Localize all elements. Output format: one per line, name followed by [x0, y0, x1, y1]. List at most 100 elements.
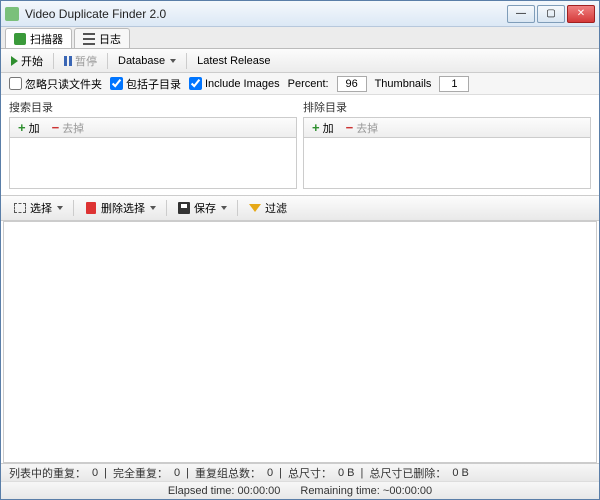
- app-icon: [5, 7, 19, 21]
- chevron-down-icon: [57, 206, 63, 210]
- start-button[interactable]: 开始: [7, 51, 47, 71]
- tab-scanner-label: 扫描器: [30, 31, 63, 47]
- results-toolbar: 选择 删除选择 保存 过滤: [1, 195, 599, 221]
- start-label: 开始: [21, 53, 43, 69]
- play-icon: [11, 56, 18, 66]
- include-images-input[interactable]: [189, 77, 202, 90]
- full-dup-label: 完全重复：: [113, 465, 168, 481]
- tab-scanner[interactable]: 扫描器: [5, 28, 72, 48]
- minimize-button[interactable]: —: [507, 5, 535, 23]
- tab-log-label: 日志: [99, 31, 121, 47]
- search-dirs-column: 搜索目录 +加 −去掉: [9, 97, 297, 189]
- window-title: Video Duplicate Finder 2.0: [25, 7, 507, 21]
- remaining-label: Remaining time:: [300, 485, 379, 497]
- ignore-readonly-input[interactable]: [9, 77, 22, 90]
- deleted-size-value: 0 B: [452, 467, 469, 479]
- search-dirs-toolbar: +加 −去掉: [9, 117, 297, 137]
- save-label: 保存: [194, 200, 216, 216]
- remaining-value: ~00:00:00: [383, 485, 432, 497]
- search-dirs-list[interactable]: [9, 137, 297, 189]
- select-menu[interactable]: 选择: [9, 198, 67, 218]
- pause-icon: [64, 56, 72, 66]
- latest-release-button[interactable]: Latest Release: [193, 53, 274, 69]
- trash-icon: [84, 201, 98, 215]
- save-menu[interactable]: 保存: [173, 198, 231, 218]
- total-size-value: 0 B: [338, 467, 355, 479]
- thumbnails-input[interactable]: [439, 76, 469, 92]
- chevron-down-icon: [221, 206, 227, 210]
- separator: [237, 200, 238, 216]
- maximize-button[interactable]: ▢: [537, 5, 565, 23]
- plus-icon: +: [18, 120, 26, 135]
- ignore-readonly-label: 忽略只读文件夹: [25, 76, 102, 92]
- include-subdirs-label: 包括子目录: [126, 76, 181, 92]
- search-remove-button[interactable]: −去掉: [48, 118, 89, 138]
- exclude-dirs-toolbar: +加 −去掉: [303, 117, 591, 137]
- options-row: 忽略只读文件夹 包括子目录 Include Images Percent: Th…: [1, 73, 599, 95]
- minus-icon: −: [52, 120, 60, 135]
- pause-label: 暂停: [75, 53, 97, 69]
- pause-button[interactable]: 暂停: [60, 51, 101, 71]
- ignore-readonly-checkbox[interactable]: 忽略只读文件夹: [9, 76, 102, 92]
- dup-in-list-value: 0: [92, 467, 98, 479]
- search-dirs-header: 搜索目录: [9, 97, 297, 117]
- exclude-add-button[interactable]: +加: [308, 118, 338, 138]
- chevron-down-icon: [150, 206, 156, 210]
- close-button[interactable]: ✕: [567, 5, 595, 23]
- separator: [53, 53, 54, 69]
- log-icon: [83, 33, 95, 45]
- exclude-dirs-header: 排除目录: [303, 97, 591, 117]
- delete-selection-menu[interactable]: 删除选择: [80, 198, 160, 218]
- plus-icon: +: [312, 120, 320, 135]
- full-dup-value: 0: [174, 467, 180, 479]
- chevron-down-icon: [170, 59, 176, 63]
- tab-bar: 扫描器 日志: [1, 27, 599, 49]
- filter-label: 过滤: [265, 200, 287, 216]
- filter-icon: [248, 201, 262, 215]
- elapsed-time: Elapsed time: 00:00:00: [168, 485, 281, 497]
- filter-button[interactable]: 过滤: [244, 198, 291, 218]
- separator: [107, 53, 108, 69]
- groups-value: 0: [267, 467, 273, 479]
- delete-selection-label: 删除选择: [101, 200, 145, 216]
- dup-in-list-label: 列表中的重复：: [9, 465, 86, 481]
- exclude-add-label: 加: [323, 120, 334, 136]
- search-remove-label: 去掉: [62, 120, 84, 136]
- latest-label: Latest Release: [197, 55, 270, 67]
- selection-icon: [13, 201, 27, 215]
- database-label: Database: [118, 55, 165, 67]
- scanner-icon: [14, 33, 26, 45]
- directories-zone: 搜索目录 +加 −去掉 排除目录 +加 −去掉: [1, 95, 599, 195]
- main-toolbar: 开始 暂停 Database Latest Release: [1, 49, 599, 73]
- include-images-label: Include Images: [205, 78, 280, 90]
- results-area[interactable]: [3, 221, 597, 463]
- elapsed-value: 00:00:00: [238, 485, 281, 497]
- total-size-label: 总尺寸：: [288, 465, 332, 481]
- minus-icon: −: [346, 120, 354, 135]
- status-bar: 列表中的重复： 0 | 完全重复： 0 | 重复组总数： 0 | 总尺寸： 0 …: [1, 463, 599, 481]
- include-images-checkbox[interactable]: Include Images: [189, 77, 280, 90]
- window-controls: — ▢ ✕: [507, 5, 595, 23]
- tab-log[interactable]: 日志: [74, 28, 130, 48]
- exclude-dirs-column: 排除目录 +加 −去掉: [303, 97, 591, 189]
- search-add-label: 加: [29, 120, 40, 136]
- save-icon: [177, 201, 191, 215]
- include-subdirs-checkbox[interactable]: 包括子目录: [110, 76, 181, 92]
- percent-input[interactable]: [337, 76, 367, 92]
- exclude-remove-button[interactable]: −去掉: [342, 118, 383, 138]
- app-window: Video Duplicate Finder 2.0 — ▢ ✕ 扫描器 日志 …: [0, 0, 600, 500]
- remaining-time: Remaining time: ~00:00:00: [300, 485, 432, 497]
- include-subdirs-input[interactable]: [110, 77, 123, 90]
- groups-label: 重复组总数：: [195, 465, 261, 481]
- exclude-dirs-list[interactable]: [303, 137, 591, 189]
- separator: [186, 53, 187, 69]
- thumbnails-label: Thumbnails: [375, 78, 432, 90]
- select-label: 选择: [30, 200, 52, 216]
- database-menu[interactable]: Database: [114, 53, 180, 69]
- deleted-size-label: 总尺寸已删除：: [369, 465, 446, 481]
- separator: [73, 200, 74, 216]
- time-bar: Elapsed time: 00:00:00 Remaining time: ~…: [1, 481, 599, 499]
- elapsed-label: Elapsed time:: [168, 485, 235, 497]
- exclude-remove-label: 去掉: [356, 120, 378, 136]
- search-add-button[interactable]: +加: [14, 118, 44, 138]
